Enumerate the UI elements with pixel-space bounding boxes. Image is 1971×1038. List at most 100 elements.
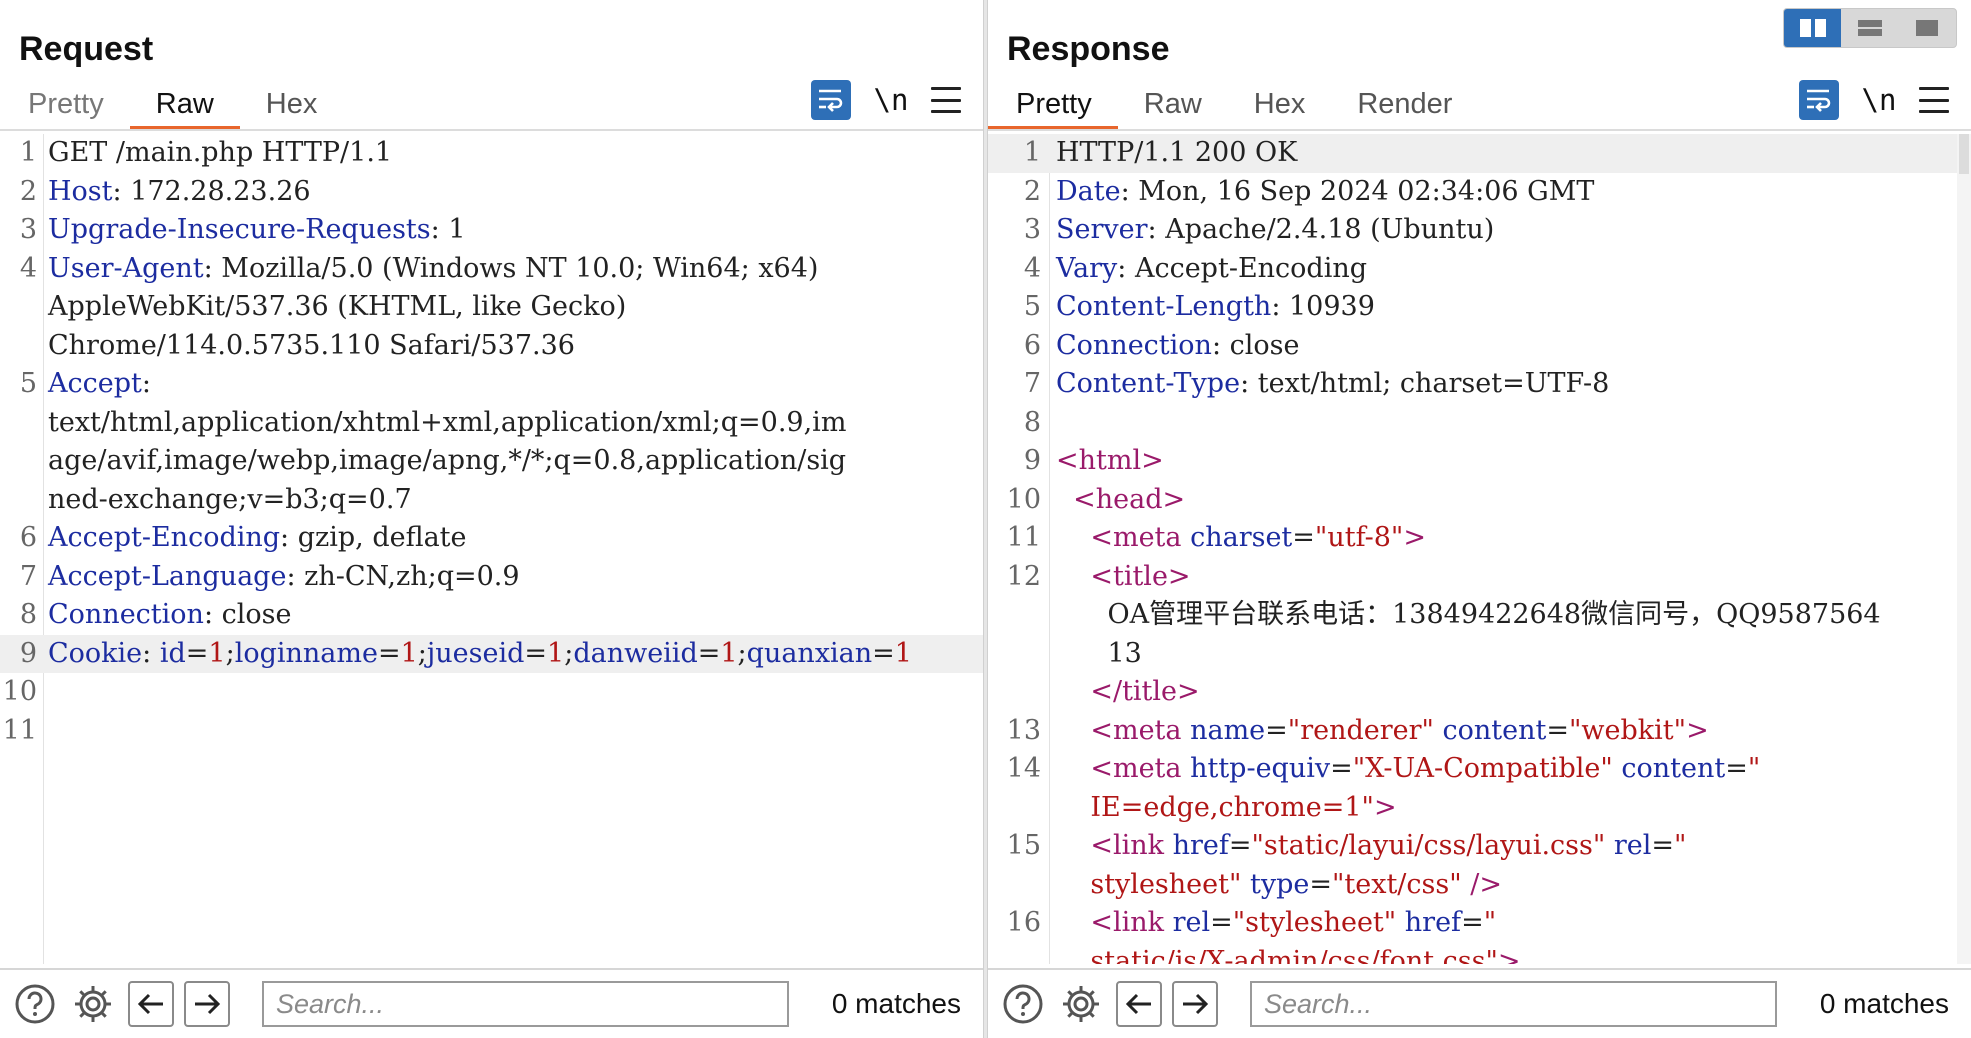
- response-title: Response: [1007, 30, 1170, 68]
- code-line[interactable]: text/html,application/xhtml+xml,applicat…: [0, 404, 983, 443]
- code-token: : 1: [430, 214, 466, 245]
- line-number: 5: [19, 368, 37, 399]
- help-icon[interactable]: [1000, 981, 1046, 1027]
- code-line[interactable]: 12 <title>: [988, 558, 1971, 597]
- response-search-input[interactable]: Search...: [1250, 981, 1777, 1027]
- code-token: "static/layui/css/layui.css": [1251, 830, 1606, 861]
- code-line[interactable]: 16 <link rel="stylesheet" href=": [988, 904, 1971, 943]
- code-line[interactable]: 5 Accept:: [0, 365, 983, 404]
- code-line[interactable]: AppleWebKit/537.36 (KHTML, like Gecko): [0, 288, 983, 327]
- line-content: age/avif,image/webp,image/apng,*/*;q=0.8…: [44, 442, 846, 481]
- request-code-lines[interactable]: 1 GET /main.php HTTP/1.1 2 Host: 172.28.23.…: [0, 134, 983, 750]
- arrow-right-icon[interactable]: [1172, 981, 1218, 1027]
- code-line[interactable]: 1 GET /main.php HTTP/1.1: [0, 134, 983, 173]
- request-tab-hex[interactable]: Hex: [240, 84, 344, 132]
- code-token: "utf-8": [1314, 522, 1404, 553]
- code-line[interactable]: 7 Content-Type: text/html; charset=UTF-8: [988, 365, 1971, 404]
- layout-single-icon[interactable]: [1899, 9, 1956, 47]
- code-line[interactable]: 4 Vary: Accept-Encoding: [988, 250, 1971, 289]
- request-tab-raw[interactable]: Raw: [129, 84, 240, 132]
- line-number: 8: [1023, 406, 1041, 438]
- gear-icon[interactable]: [1058, 981, 1104, 1027]
- code-token: "X-UA-Compatible": [1352, 753, 1613, 784]
- arrow-left-icon[interactable]: [1116, 981, 1162, 1027]
- code-line[interactable]: IE=edge,chrome=1">: [988, 789, 1971, 828]
- line-content: Accept-Encoding: gzip, deflate: [44, 519, 467, 558]
- layout-switcher: [1783, 8, 1957, 48]
- code-line[interactable]: 14 <meta http-equiv="X-UA-Compatible" co…: [988, 750, 1971, 789]
- response-pane: Response Pretty Raw Hex Render \n 1 HTTP/…: [988, 0, 1971, 1038]
- code-line[interactable]: OA管理平台联系电话：13849422648微信同号，QQ9587564: [988, 596, 1971, 635]
- code-line[interactable]: age/avif,image/webp,image/apng,*/*;q=0.8…: [0, 442, 983, 481]
- hamburger-menu-icon[interactable]: [931, 87, 961, 113]
- code-line[interactable]: 1 HTTP/1.1 200 OK: [988, 134, 1971, 173]
- help-icon[interactable]: [12, 981, 58, 1027]
- code-token: >: [1686, 714, 1709, 746]
- code-token: Server: [1056, 214, 1148, 245]
- response-tab-pretty[interactable]: Pretty: [988, 84, 1118, 132]
- line-number: [988, 596, 1050, 635]
- code-token: rel: [1605, 830, 1652, 861]
- code-line[interactable]: </title>: [988, 673, 1971, 712]
- response-tab-raw[interactable]: Raw: [1118, 84, 1228, 132]
- code-token: Chrome/114.0.5735.110 Safari/537.36: [48, 329, 575, 361]
- code-line[interactable]: 11: [0, 712, 983, 751]
- code-line[interactable]: Chrome/114.0.5735.110 Safari/537.36: [0, 327, 983, 366]
- code-line[interactable]: 8 Connection: close: [0, 596, 983, 635]
- line-content: [1050, 404, 1056, 443]
- gear-icon[interactable]: [70, 981, 116, 1027]
- code-line[interactable]: 2 Host: 172.28.23.26: [0, 173, 983, 212]
- response-tab-hex[interactable]: Hex: [1228, 84, 1332, 132]
- line-content: HTTP/1.1 200 OK: [1050, 134, 1297, 173]
- code-line[interactable]: 7 Accept-Language: zh-CN,zh;q=0.9: [0, 558, 983, 597]
- line-number: 16: [1006, 907, 1041, 938]
- wrap-lines-icon[interactable]: [811, 80, 851, 120]
- code-line[interactable]: stylesheet" type="text/css" />: [988, 866, 1971, 905]
- line-number: 10: [1006, 483, 1041, 515]
- code-line[interactable]: 8: [988, 404, 1971, 443]
- code-line[interactable]: 5 Content-Length: 10939: [988, 288, 1971, 327]
- wrap-lines-icon[interactable]: [1799, 80, 1839, 120]
- code-line[interactable]: 13 <meta name="renderer" content="webkit…: [988, 712, 1971, 751]
- code-line[interactable]: 6 Connection: close: [988, 327, 1971, 366]
- response-tab-render[interactable]: Render: [1331, 84, 1478, 132]
- request-tab-pretty[interactable]: Pretty: [0, 84, 130, 132]
- code-line[interactable]: 4 User-Agent: Mozilla/5.0 (Windows NT 10.…: [0, 250, 983, 289]
- layout-side-by-side-icon[interactable]: [1784, 9, 1842, 47]
- code-line[interactable]: 9 Cookie: id=1;loginname=1;jueseid=1;danw…: [0, 634, 983, 673]
- response-code-lines[interactable]: 1 HTTP/1.1 200 OK 2 Date: Mon, 16 Sep 2024 …: [988, 134, 1971, 964]
- response-scrollbar[interactable]: [1957, 134, 1971, 964]
- hamburger-menu-icon[interactable]: [1919, 87, 1949, 113]
- code-line[interactable]: 11 <meta charset="utf-8">: [988, 519, 1971, 558]
- show-newlines-button[interactable]: \n: [873, 83, 909, 117]
- code-line[interactable]: ned-exchange;v=b3;q=0.7: [0, 481, 983, 520]
- arrow-right-icon[interactable]: [184, 981, 230, 1027]
- line-number: [0, 442, 44, 481]
- code-line[interactable]: 6 Accept-Encoding: gzip, deflate: [0, 519, 983, 558]
- request-tab-divider: [0, 129, 983, 131]
- line-number: 6: [19, 522, 37, 553]
- response-scrollbar-thumb[interactable]: [1959, 134, 1969, 174]
- code-line[interactable]: 10: [0, 673, 983, 712]
- arrow-left-icon[interactable]: [128, 981, 174, 1027]
- show-newlines-button[interactable]: \n: [1861, 83, 1897, 117]
- code-line[interactable]: 10 <head>: [988, 481, 1971, 520]
- request-title: Request: [19, 30, 154, 68]
- code-line[interactable]: 3 Server: Apache/2.4.18 (Ubuntu): [988, 211, 1971, 250]
- code-token: "stylesheet": [1232, 907, 1397, 938]
- code-line[interactable]: 15 <link href="static/layui/css/layui.cs…: [988, 827, 1971, 866]
- code-line[interactable]: 9 <html>: [988, 442, 1971, 481]
- code-token: : text/html; charset=UTF-8: [1240, 368, 1610, 399]
- code-line[interactable]: static/js/X-admin/css/font.css">: [988, 943, 1971, 965]
- request-search-input[interactable]: Search...: [262, 981, 789, 1027]
- code-line[interactable]: 3 Upgrade-Insecure-Requests: 1: [0, 211, 983, 250]
- code-line[interactable]: 13: [988, 635, 1971, 674]
- line-number: 11: [2, 714, 37, 746]
- layout-stacked-icon[interactable]: [1841, 9, 1898, 47]
- request-editor[interactable]: 1 GET /main.php HTTP/1.1 2 Host: 172.28.23.…: [0, 134, 983, 964]
- response-editor[interactable]: 1 HTTP/1.1 200 OK 2 Date: Mon, 16 Sep 2024 …: [988, 134, 1971, 964]
- line-content: <head>: [1050, 481, 1185, 520]
- code-line[interactable]: 2 Date: Mon, 16 Sep 2024 02:34:06 GMT: [988, 173, 1971, 212]
